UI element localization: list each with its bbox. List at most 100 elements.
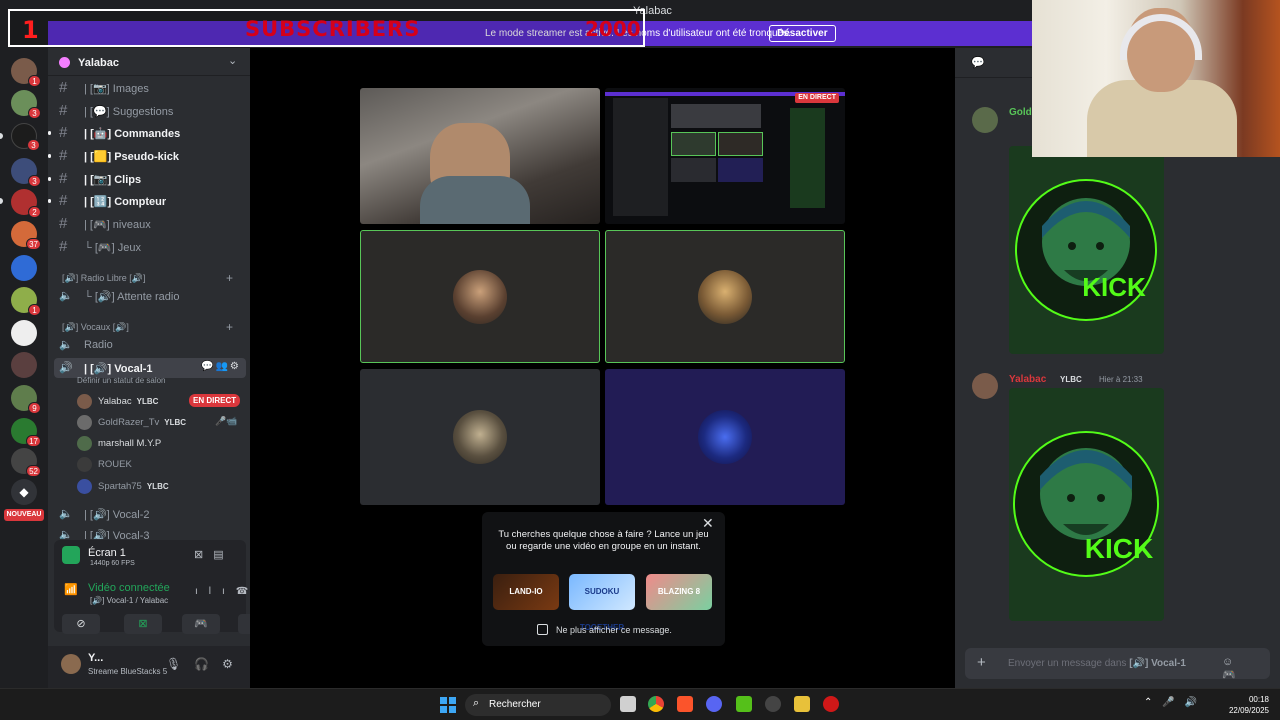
- server-icon[interactable]: 3: [11, 90, 41, 119]
- server-rail: 1 3 3 3 2 37 1 9 17 52 ◆ NOUVEAU: [0, 48, 48, 688]
- camera-off-button[interactable]: ⊘: [62, 614, 100, 634]
- chrome-icon[interactable]: [648, 696, 664, 712]
- text-channel[interactable]: # | [🤖] Commandes: [48, 123, 246, 143]
- text-channel[interactable]: # | [💬] Suggestions: [54, 101, 246, 121]
- video-tile-participant[interactable]: [360, 369, 600, 505]
- avatar[interactable]: [972, 373, 998, 399]
- discord-icon[interactable]: [706, 696, 722, 712]
- screen-share-button[interactable]: ⊠: [124, 614, 162, 634]
- voice-user[interactable]: GoldRazer_Tv YLBC 🎤📹: [77, 413, 247, 433]
- text-channel[interactable]: # | [📷] Images: [54, 78, 246, 98]
- server-icon[interactable]: 17: [11, 418, 41, 447]
- dont-show-checkbox[interactable]: [537, 624, 548, 635]
- user-name: Y...: [88, 652, 104, 664]
- voice-channel-vocal-3[interactable]: 🔈 | [🔊] Vocal-3: [54, 525, 246, 539]
- screen-title: Écran 1: [88, 547, 126, 559]
- activity-button[interactable]: 🎮: [182, 614, 220, 634]
- avatar[interactable]: [972, 107, 998, 133]
- server-icon[interactable]: 3: [11, 158, 41, 187]
- input-placeholder: Envoyer un message dans: [1008, 658, 1127, 669]
- text-channel[interactable]: # | [🟨] Pseudo-kick: [48, 146, 246, 166]
- game-land-io[interactable]: LAND-IO: [493, 574, 559, 610]
- avatar: [453, 410, 507, 464]
- server-icon[interactable]: 1: [11, 58, 41, 87]
- mic-headset-settings-icon[interactable]: 🎙🎧⚙: [166, 657, 246, 671]
- discover-icon[interactable]: ◆: [11, 479, 37, 505]
- user-tag: YLBC: [136, 397, 159, 406]
- category-vocaux[interactable]: [🔊] Vocaux [🔊] +: [62, 320, 233, 334]
- nested-tile: [671, 132, 716, 156]
- plus-icon[interactable]: +: [226, 271, 233, 285]
- bluestacks-icon[interactable]: [794, 696, 810, 712]
- voice-channel-radio[interactable]: 🔈 Radio: [54, 335, 246, 355]
- server-icon[interactable]: 3: [11, 123, 40, 151]
- stop-share-icon[interactable]: ⊠▤: [194, 548, 234, 561]
- app-icon[interactable]: [736, 696, 752, 712]
- connection-channel: [🔊] Vocal-1 / Yalabac: [90, 596, 169, 605]
- user-name: Yalabac: [98, 396, 132, 407]
- text-channel[interactable]: # | [🔢] Compteur: [48, 191, 246, 211]
- server-icon[interactable]: [11, 352, 37, 378]
- server-icon[interactable]: 37: [11, 221, 41, 250]
- server-icon[interactable]: 9: [11, 385, 41, 414]
- message-author[interactable]: Gold: [1009, 107, 1032, 118]
- mention-badge: 3: [27, 139, 40, 151]
- image-embed[interactable]: KICK: [1009, 146, 1164, 354]
- channel-status-prompt[interactable]: Définir un statut de salon: [77, 376, 166, 385]
- server-header[interactable]: Yalabac ⌄: [48, 48, 250, 76]
- game-sudoku[interactable]: SUDOKU TOGETHER: [569, 574, 635, 632]
- avatar: [77, 394, 92, 409]
- avatar: [77, 436, 92, 451]
- voice-user[interactable]: ROUEK: [77, 455, 247, 475]
- clock[interactable]: 00:18 22/09/2025: [1225, 694, 1269, 716]
- hash-icon: #: [59, 238, 68, 255]
- voice-channel-vocal-2[interactable]: 🔈 | [🔊] Vocal-2: [54, 504, 246, 524]
- text-channel[interactable]: # | [📷] Clips: [48, 169, 246, 189]
- voice-user[interactable]: Spartah75 YLBC: [77, 477, 247, 497]
- kick-logo-text: KICK: [1085, 533, 1153, 564]
- kick-logo-text: KICK: [1082, 272, 1146, 302]
- voice-channel-attente[interactable]: 🔈 └ [🔊] Attente radio: [54, 286, 246, 306]
- voice-channel-vocal-1[interactable]: 🔊 | [🔊] Vocal-1 💬👥⚙: [54, 358, 246, 378]
- media-icon[interactable]: [823, 696, 839, 712]
- server-icon[interactable]: [11, 320, 37, 346]
- video-tile-participant[interactable]: [605, 230, 845, 363]
- windows-start-icon[interactable]: [440, 697, 456, 713]
- text-channel[interactable]: # └ [🎮] Jeux: [54, 237, 246, 257]
- voice-user[interactable]: Yalabac YLBC EN DIRECT: [77, 392, 247, 412]
- add-attachment-icon[interactable]: +: [977, 654, 986, 671]
- taskbar-search[interactable]: ⌕ Rechercher: [465, 694, 611, 716]
- server-icon[interactable]: 1: [11, 287, 41, 316]
- system-tray[interactable]: ⌃🎤🔊: [1144, 697, 1207, 708]
- subscriber-goal: 2000: [585, 17, 641, 41]
- server-icon[interactable]: [11, 255, 37, 281]
- channel-actions-icon[interactable]: 💬👥⚙: [201, 361, 241, 372]
- voice-user[interactable]: marshall M.Y.P: [77, 434, 247, 454]
- message-input[interactable]: + Envoyer un message dans [🔊] Vocal-1 ☺🎮: [965, 648, 1270, 681]
- image-embed[interactable]: KICK: [1009, 388, 1164, 621]
- plus-icon[interactable]: +: [226, 320, 233, 334]
- server-icon[interactable]: 2: [11, 189, 41, 218]
- game-blazing-8[interactable]: BLAZING 8: [646, 574, 712, 610]
- app-icon[interactable]: [765, 696, 781, 712]
- screen-share-icon: [62, 546, 80, 564]
- text-channel[interactable]: # | [🎮] niveaux: [54, 214, 246, 234]
- video-tile-participant[interactable]: [605, 369, 845, 505]
- disable-streamer-mode-button[interactable]: Désactiver: [769, 25, 836, 42]
- video-tile-camera[interactable]: [360, 88, 600, 224]
- video-tile-screen-share[interactable]: EN DIRECT: [605, 88, 845, 224]
- screen-share-card[interactable]: Écran 1 1440p 60 FPS ⊠▤: [54, 540, 246, 570]
- video-tile-participant[interactable]: [360, 230, 600, 363]
- emoji-game-icon[interactable]: ☺🎮: [1222, 656, 1270, 681]
- brave-icon[interactable]: [677, 696, 693, 712]
- avatar[interactable]: [61, 654, 81, 674]
- category-radio[interactable]: [🔊] Radio Libre [🔊] +: [62, 271, 233, 285]
- task-view-icon[interactable]: [620, 696, 636, 712]
- hash-icon: #: [59, 79, 68, 96]
- nested-tile: [671, 104, 761, 128]
- nested-chat: [790, 108, 825, 208]
- server-icon[interactable]: 52: [11, 448, 41, 477]
- message-author[interactable]: Yalabac: [1009, 374, 1046, 385]
- mention-badge: 52: [26, 465, 41, 477]
- webcam-overlay: [1032, 0, 1280, 157]
